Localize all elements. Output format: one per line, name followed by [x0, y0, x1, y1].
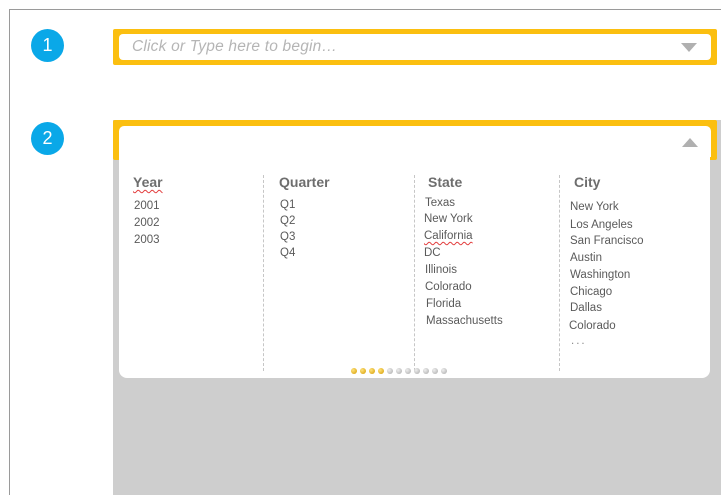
chevron-up-icon[interactable]	[682, 138, 698, 147]
chevron-down-icon[interactable]	[681, 43, 697, 52]
list-item[interactable]: San Francisco	[570, 235, 644, 247]
list-item[interactable]: Dallas	[570, 302, 602, 314]
search-input[interactable]: Click or Type here to begin…	[119, 34, 711, 60]
pagination-dot[interactable]	[405, 368, 411, 374]
pagination-dot[interactable]	[441, 368, 447, 374]
column-header-quarter[interactable]: Quarter	[279, 174, 330, 190]
column-header-state[interactable]: State	[428, 174, 462, 190]
list-item[interactable]: Q2	[280, 215, 295, 227]
list-item[interactable]: 2003	[134, 234, 160, 246]
pagination-dot[interactable]	[387, 368, 393, 374]
list-item[interactable]: Colorado	[569, 320, 616, 332]
list-item[interactable]: Chicago	[570, 286, 612, 298]
pagination-dot[interactable]	[414, 368, 420, 374]
step-badge-2: 2	[31, 122, 64, 155]
step-badge-1: 1	[31, 29, 64, 62]
list-item[interactable]: New York	[424, 213, 473, 225]
column-divider	[559, 175, 560, 371]
pagination-dot[interactable]	[378, 368, 384, 374]
dropdown-panel: Year 2001 2002 2003 Quarter Q1 Q2 Q3 Q4 …	[119, 157, 710, 378]
expanded-combo[interactable]	[113, 120, 717, 160]
list-item[interactable]: 2002	[134, 217, 160, 229]
pagination-dot[interactable]	[423, 368, 429, 374]
list-item[interactable]: Florida	[426, 298, 461, 310]
list-item[interactable]: Austin	[570, 252, 602, 264]
column-divider	[414, 175, 415, 371]
more-items-ellipsis[interactable]: ...	[571, 335, 587, 347]
pagination-dot[interactable]	[432, 368, 438, 374]
search-placeholder: Click or Type here to begin…	[132, 38, 338, 55]
list-item[interactable]: Q3	[280, 231, 295, 243]
pagination-dot[interactable]	[351, 368, 357, 374]
pagination-dots[interactable]	[351, 368, 447, 376]
list-item[interactable]: DC	[424, 247, 441, 259]
pagination-dot[interactable]	[369, 368, 375, 374]
column-header-year[interactable]: Year	[133, 174, 163, 190]
expanded-search-input[interactable]	[119, 126, 711, 157]
list-item[interactable]: Los Angeles	[570, 219, 633, 231]
column-divider	[263, 175, 264, 371]
pagination-dot[interactable]	[360, 368, 366, 374]
pagination-dot[interactable]	[396, 368, 402, 374]
list-item[interactable]: Illinois	[425, 264, 457, 276]
search-combo[interactable]: Click or Type here to begin…	[113, 29, 717, 65]
list-item[interactable]: Q1	[280, 199, 295, 211]
list-item[interactable]: Texas	[425, 197, 455, 209]
list-item[interactable]: California	[424, 230, 473, 242]
list-item[interactable]: New York	[570, 201, 619, 213]
list-item[interactable]: 2001	[134, 200, 160, 212]
list-item[interactable]: Massachusetts	[426, 315, 503, 327]
column-header-city[interactable]: City	[574, 174, 600, 190]
list-item[interactable]: Colorado	[425, 281, 472, 293]
list-item[interactable]: Q4	[280, 247, 295, 259]
list-item[interactable]: Washington	[570, 269, 630, 281]
